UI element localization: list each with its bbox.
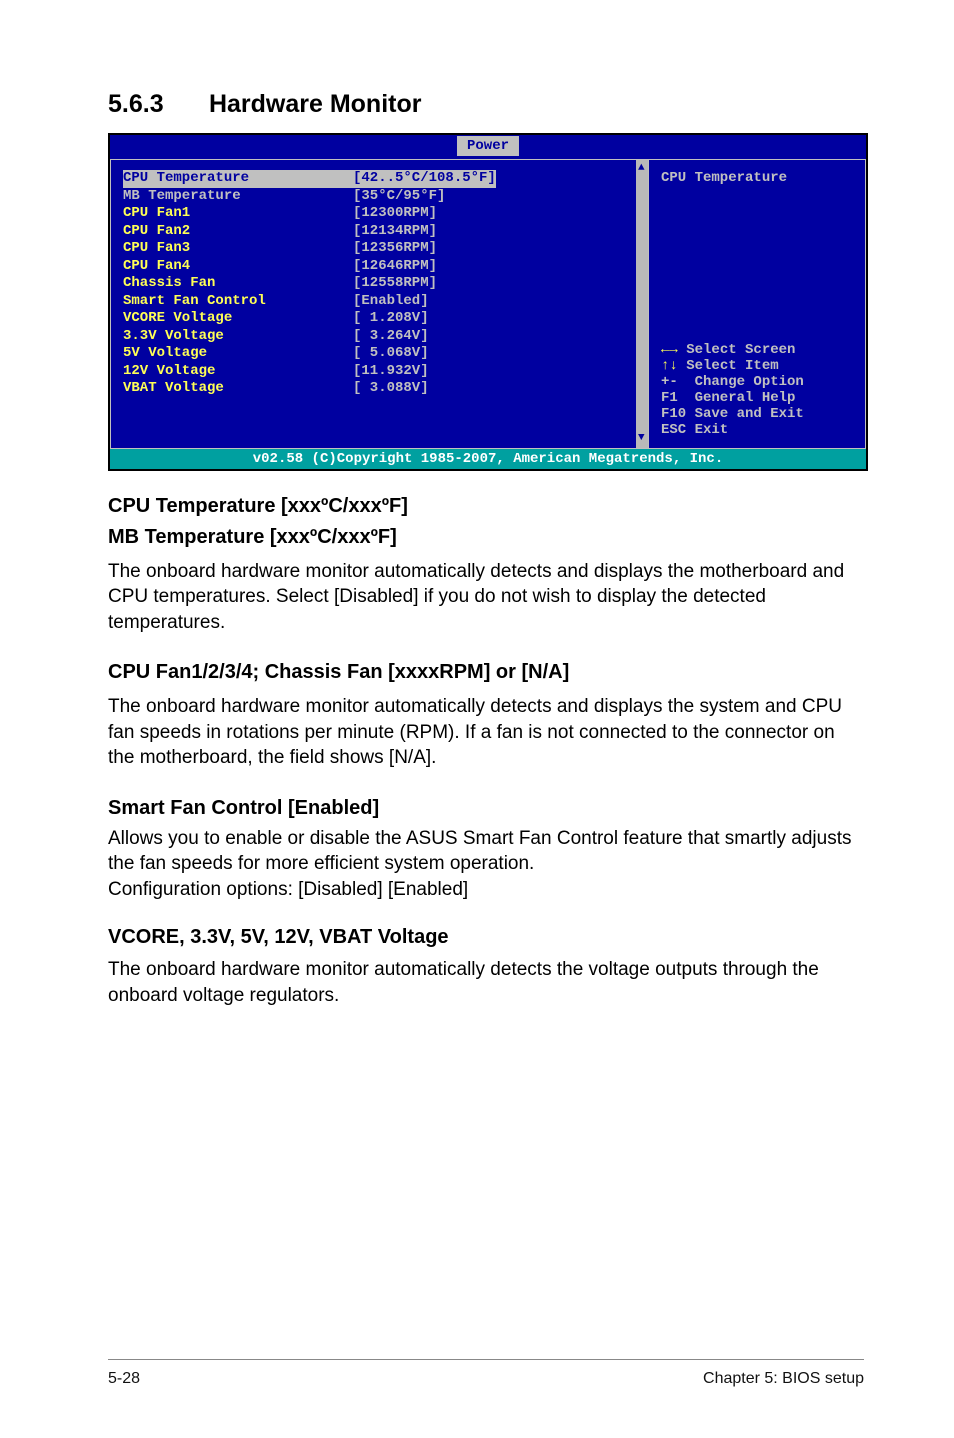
- bios-screenshot: Power CPU Temperature[42..5°C/108.5°F] M…: [108, 133, 868, 471]
- subheading-smart-fan: Smart Fan Control [Enabled]: [108, 795, 864, 822]
- bios-row: Chassis Fan[12558RPM]: [123, 275, 640, 293]
- bios-field-label: 3.3V Voltage: [123, 328, 353, 346]
- bios-field-value: [Enabled]: [353, 293, 429, 311]
- bios-field-value: [12134RPM]: [353, 223, 437, 241]
- subheading-mb-temp: MB Temperature [xxxºC/xxxºF]: [108, 524, 864, 551]
- bios-help-panel: CPU Temperature ←→ Select Screen ↑↓ Sele…: [648, 159, 866, 449]
- chapter-label: Chapter 5: BIOS setup: [703, 1370, 864, 1388]
- bios-field-label: Smart Fan Control: [123, 293, 353, 311]
- bios-field-label: CPU Fan2: [123, 223, 353, 241]
- bios-main-panel: CPU Temperature[42..5°C/108.5°F] MB Temp…: [110, 159, 648, 449]
- bios-row: MB Temperature[35°C/95°F]: [123, 188, 640, 206]
- bios-field-value: [12356RPM]: [353, 240, 437, 258]
- bios-row: 3.3V Voltage[ 3.264V]: [123, 328, 640, 346]
- bios-row: CPU Fan2[12134RPM]: [123, 223, 640, 241]
- paragraph: Allows you to enable or disable the ASUS…: [108, 826, 864, 902]
- bios-row: CPU Fan1[12300RPM]: [123, 205, 640, 223]
- paragraph: The onboard hardware monitor automatical…: [108, 957, 864, 1008]
- bios-row: 5V Voltage[ 5.068V]: [123, 345, 640, 363]
- bios-field-label: Chassis Fan: [123, 275, 353, 293]
- bios-row: CPU Fan4[12646RPM]: [123, 258, 640, 276]
- bios-field-value: [12646RPM]: [353, 258, 437, 276]
- bios-field-label: CPU Fan1: [123, 205, 353, 223]
- bios-row: 12V Voltage[11.932V]: [123, 363, 640, 381]
- bios-field-value: [ 3.088V]: [353, 380, 429, 398]
- page-number: 5-28: [108, 1370, 140, 1388]
- bios-field-value: [ 5.068V]: [353, 345, 429, 363]
- arrow-lr-icon: ←→: [661, 342, 678, 358]
- subheading-cpu-temp: CPU Temperature [xxxºC/xxxºF]: [108, 493, 864, 520]
- bios-field-label: CPU Fan4: [123, 258, 353, 276]
- bios-footer: v02.58 (C)Copyright 1985-2007, American …: [110, 449, 866, 469]
- bios-field-value: [11.932V]: [353, 363, 429, 381]
- bios-field-value: [ 3.264V]: [353, 328, 429, 346]
- bios-field-value: [12558RPM]: [353, 275, 437, 293]
- bios-field-value: [35°C/95°F]: [353, 188, 445, 206]
- scroll-down-icon: ▼: [638, 432, 645, 446]
- bios-field-label: 5V Voltage: [123, 345, 353, 363]
- bios-tab-bar: Power: [110, 135, 866, 159]
- section-number: 5.6.3: [108, 90, 202, 119]
- bios-field-label: VBAT Voltage: [123, 380, 353, 398]
- bios-field-label: CPU Fan3: [123, 240, 353, 258]
- paragraph: The onboard hardware monitor automatical…: [108, 559, 864, 635]
- bios-field-value: [42..5°C/108.5°F]: [353, 170, 496, 188]
- section-title-text: Hardware Monitor: [209, 90, 422, 118]
- subheading-voltage: VCORE, 3.3V, 5V, 12V, VBAT Voltage: [108, 924, 864, 951]
- footer-divider: [108, 1359, 864, 1360]
- bios-tab-power: Power: [457, 136, 519, 156]
- bios-row: CPU Fan3[12356RPM]: [123, 240, 640, 258]
- scroll-up-icon: ▲: [638, 162, 645, 176]
- page-footer: 5-28 Chapter 5: BIOS setup: [108, 1370, 864, 1388]
- bios-field-value: [12300RPM]: [353, 205, 437, 223]
- bios-row: VCORE Voltage[ 1.208V]: [123, 310, 640, 328]
- bios-field-label: MB Temperature: [123, 188, 353, 206]
- bios-field-value: [ 1.208V]: [353, 310, 429, 328]
- section-heading: 5.6.3 Hardware Monitor: [108, 90, 864, 119]
- bios-field-label: VCORE Voltage: [123, 310, 353, 328]
- bios-row: VBAT Voltage[ 3.088V]: [123, 380, 640, 398]
- paragraph: The onboard hardware monitor automatical…: [108, 694, 864, 770]
- bios-row: CPU Temperature[42..5°C/108.5°F]: [123, 170, 640, 188]
- subheading-fan: CPU Fan1/2/3/4; Chassis Fan [xxxxRPM] or…: [108, 659, 864, 686]
- arrow-ud-icon: ↑↓: [661, 358, 678, 374]
- bios-row: Smart Fan Control[Enabled]: [123, 293, 640, 311]
- bios-help-title: CPU Temperature: [661, 170, 857, 186]
- bios-scrollbar: ▲ ▼: [636, 160, 648, 448]
- bios-field-label: CPU Temperature: [123, 170, 353, 188]
- bios-field-label: 12V Voltage: [123, 363, 353, 381]
- bios-key-help: ←→ Select Screen ↑↓ Select Item +- Chang…: [661, 342, 857, 438]
